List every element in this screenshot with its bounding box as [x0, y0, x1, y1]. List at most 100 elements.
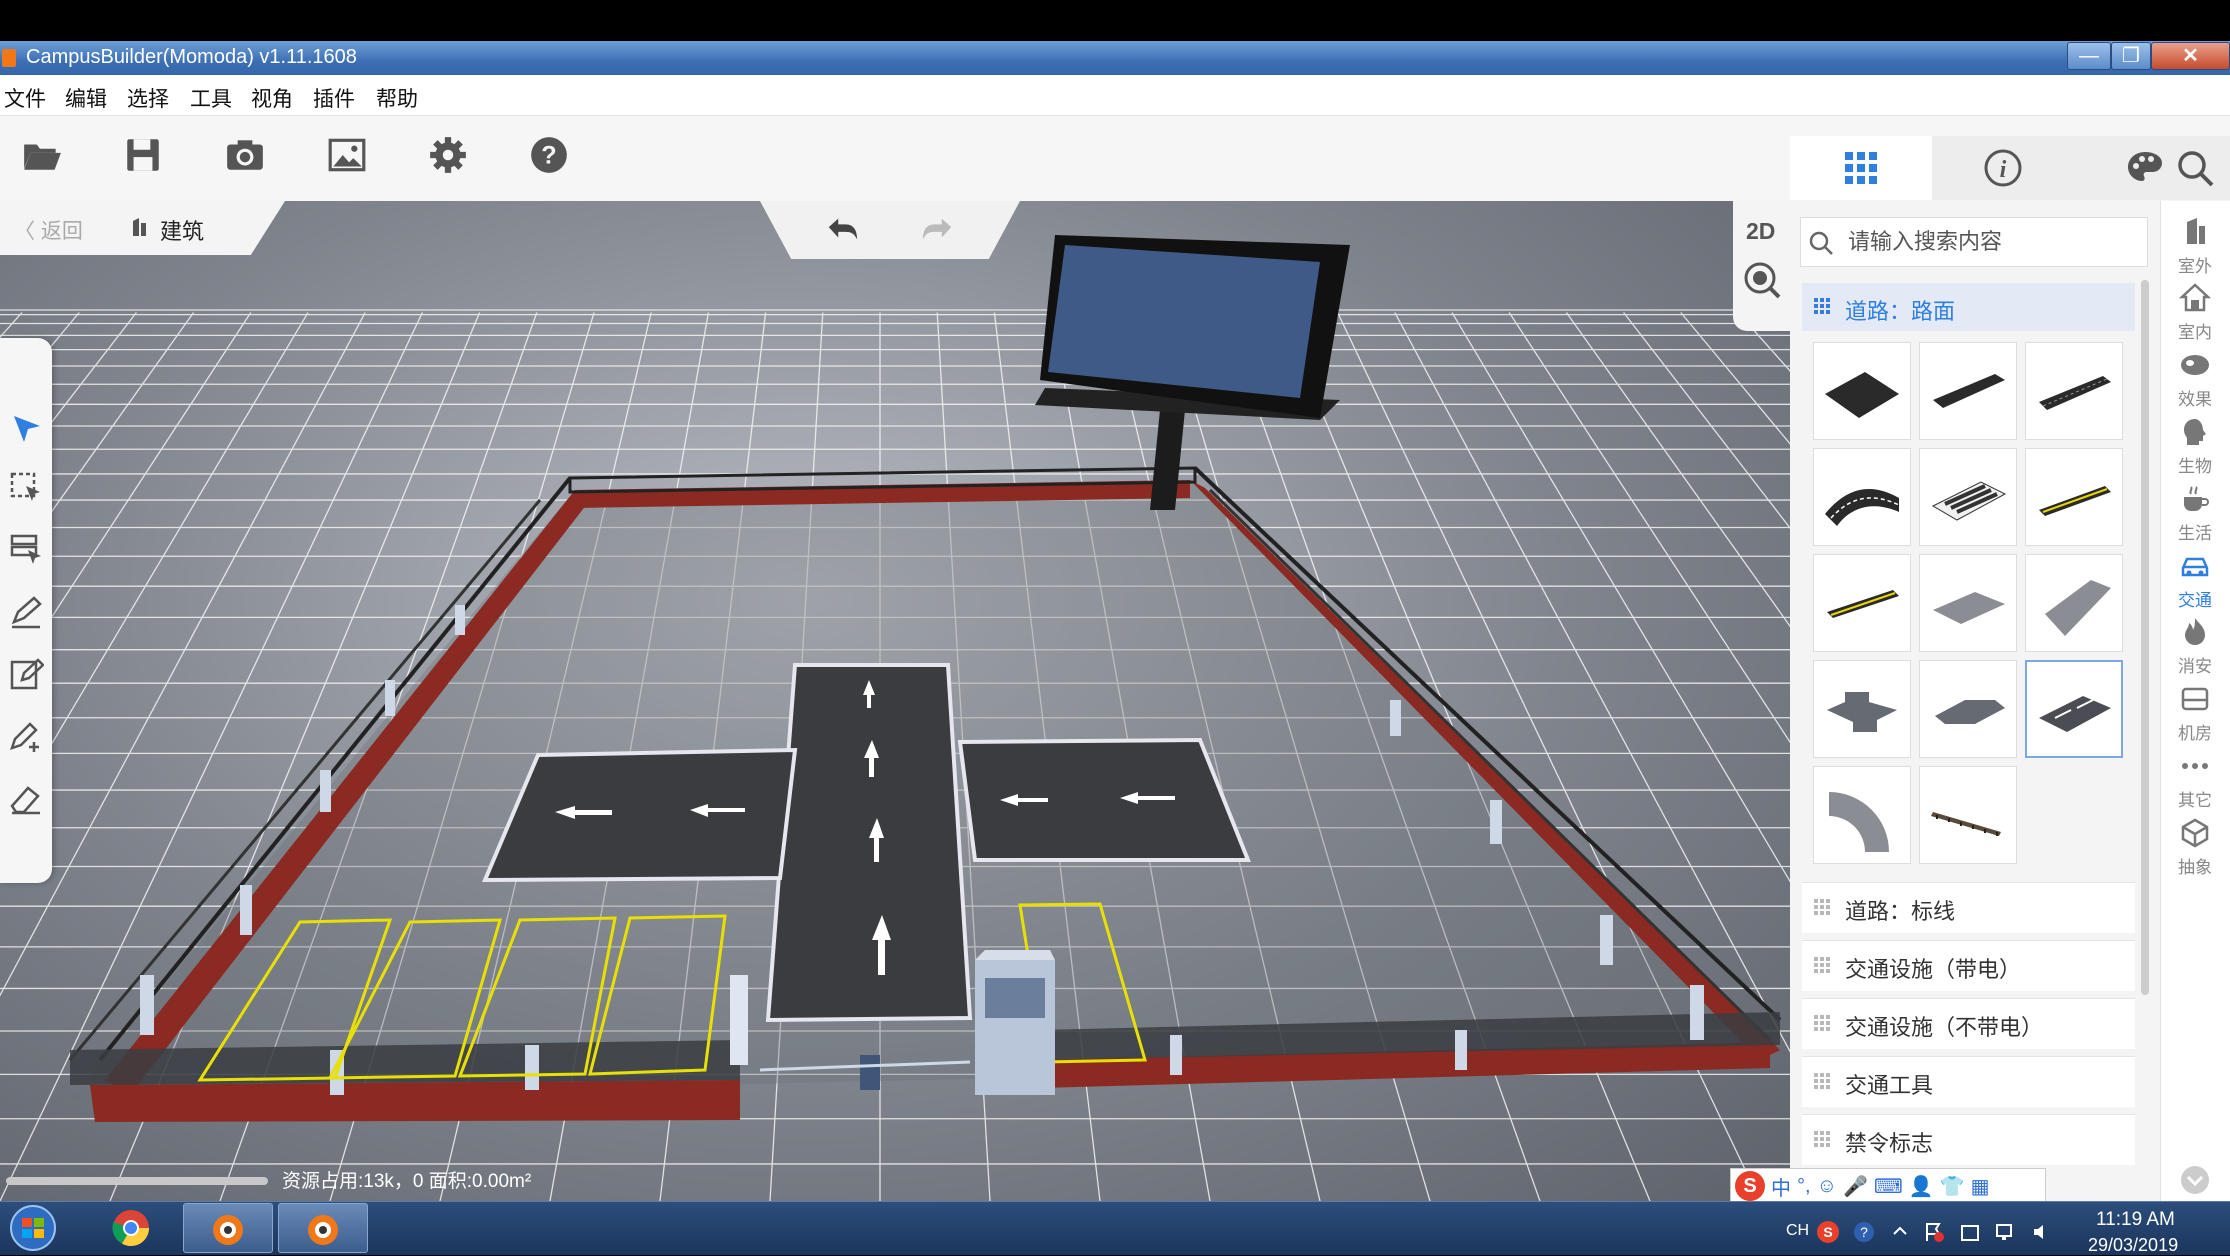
- toggle-2d-button[interactable]: 2D: [1746, 218, 1775, 245]
- select-arrow-tool[interactable]: [4, 408, 48, 452]
- menu-edit[interactable]: 编辑: [65, 83, 107, 113]
- chevron-down-icon: [2181, 1166, 2209, 1194]
- model-tile[interactable]: [2025, 554, 2123, 652]
- ime-user[interactable]: 👤: [1909, 1174, 1934, 1199]
- eraser-tool[interactable]: [4, 776, 48, 820]
- model-tile[interactable]: [1813, 766, 1911, 864]
- category-label: 交通设施（不带电）: [1845, 1015, 2044, 1040]
- model-tile[interactable]: [1813, 448, 1911, 546]
- category-side-0[interactable]: 室外: [2162, 213, 2228, 279]
- search-icon: [1809, 231, 1833, 255]
- model-tile[interactable]: [1813, 342, 1911, 440]
- ime-punct[interactable]: °,: [1797, 1175, 1811, 1198]
- image-icon[interactable]: [322, 130, 372, 180]
- menu-plugins[interactable]: 插件: [313, 83, 355, 113]
- draw-area-tool[interactable]: [4, 652, 48, 696]
- menu-select[interactable]: 选择: [127, 83, 169, 113]
- ime-keyboard[interactable]: ⌨: [1874, 1174, 1903, 1199]
- help-icon[interactable]: ?: [524, 130, 574, 180]
- tray-device-icon[interactable]: [1958, 1220, 1982, 1244]
- model-tile[interactable]: [1919, 448, 2017, 546]
- fire-icon: [2185, 618, 2205, 646]
- ime-skin[interactable]: 👕: [1940, 1174, 1965, 1199]
- model-tile[interactable]: [1813, 554, 1911, 652]
- category-side-2[interactable]: 效果: [2162, 347, 2228, 413]
- tray-flag-icon[interactable]: [1922, 1220, 1946, 1244]
- category-side-4[interactable]: 生活: [2162, 480, 2228, 546]
- clock-time[interactable]: 11:19 AM: [2096, 1209, 2175, 1231]
- ime-emoji[interactable]: ☺: [1817, 1175, 1837, 1198]
- library-scrollbar[interactable]: [2141, 280, 2149, 995]
- model-tile[interactable]: [1919, 342, 2017, 440]
- menu-help[interactable]: 帮助: [376, 83, 418, 113]
- building-icon: [133, 218, 146, 236]
- category-side-9[interactable]: 抽象: [2162, 814, 2228, 880]
- box-select-tool[interactable]: [4, 466, 48, 510]
- tab-library-grid[interactable]: [1790, 136, 1932, 200]
- model-tile[interactable]: [1919, 766, 2017, 864]
- model-tile[interactable]: [1813, 660, 1911, 758]
- pencil-icon: [11, 596, 42, 629]
- add-point-tool[interactable]: [4, 714, 48, 758]
- ime-toolbar[interactable]: S 中 °, ☺ 🎤 ⌨ 👤 👕 ▦: [1730, 1168, 2046, 1204]
- close-button[interactable]: ✕: [2151, 42, 2230, 70]
- taskbar-campusbuilder-1[interactable]: [183, 1203, 273, 1253]
- menu-tools[interactable]: 工具: [190, 83, 232, 113]
- draw-line-tool[interactable]: [4, 590, 48, 634]
- category-side-1[interactable]: 室内: [2162, 280, 2228, 346]
- category-side-label: 效果: [2178, 390, 2212, 410]
- library-search-input[interactable]: [1846, 218, 2140, 266]
- model-tile[interactable]: [2025, 342, 2123, 440]
- tray-arrow-icon[interactable]: [1888, 1220, 1912, 1244]
- maximize-button[interactable]: ❐: [2111, 42, 2151, 70]
- folder-open-icon[interactable]: [17, 130, 67, 180]
- scene-render[interactable]: [0, 201, 1790, 1201]
- tray-help-icon[interactable]: ?: [1852, 1220, 1876, 1244]
- taskbar-campusbuilder-2[interactable]: [278, 1203, 368, 1253]
- tray-sogou-icon[interactable]: S: [1816, 1220, 1840, 1244]
- clock-date[interactable]: 29/03/2019: [2088, 1235, 2178, 1256]
- multi-select-tool[interactable]: [4, 526, 48, 570]
- category-side-label: 生活: [2178, 523, 2212, 543]
- svg-text:i: i: [2000, 157, 2007, 183]
- category-side-5[interactable]: 交通: [2162, 547, 2228, 613]
- ime-menu[interactable]: ▦: [1971, 1174, 1990, 1199]
- category-side-6[interactable]: 消安: [2162, 614, 2228, 680]
- menu-view[interactable]: 视角: [251, 83, 293, 113]
- model-tile[interactable]: [2025, 660, 2123, 758]
- multi-select-icon: [10, 534, 41, 564]
- cursor-arrow-icon: [14, 416, 40, 442]
- category-scroll-down[interactable]: [2162, 1160, 2228, 1200]
- model-tile[interactable]: [1919, 660, 2017, 758]
- minimize-button[interactable]: —: [2067, 42, 2111, 70]
- category-label: 禁令标志: [1845, 1131, 1934, 1156]
- undo-button[interactable]: [822, 212, 862, 248]
- view-reset-icon[interactable]: [1742, 260, 1782, 300]
- redo-button[interactable]: [918, 212, 958, 248]
- back-link[interactable]: 〈 返回: [14, 215, 83, 245]
- ime-mode[interactable]: 中: [1771, 1172, 1791, 1201]
- app-icon: [2, 49, 16, 67]
- tab-search[interactable]: [2160, 136, 2230, 200]
- breadcrumb-current[interactable]: 建筑: [160, 214, 204, 246]
- menu-file[interactable]: 文件: [4, 83, 46, 113]
- category-side-7[interactable]: 机房: [2162, 681, 2228, 747]
- ime-voice[interactable]: 🎤: [1843, 1174, 1868, 1199]
- tray-volume-icon[interactable]: [2030, 1220, 2054, 1244]
- search-icon: [2178, 151, 2214, 187]
- save-icon[interactable]: [118, 130, 168, 180]
- category-side-3[interactable]: 生物: [2162, 413, 2228, 479]
- category-side-label: 其它: [2178, 790, 2212, 810]
- model-tile[interactable]: [1919, 554, 2017, 652]
- tray-language[interactable]: CH: [1786, 1222, 1809, 1240]
- category-side-8[interactable]: 其它: [2162, 747, 2228, 813]
- tab-info[interactable]: i: [1932, 136, 2074, 200]
- camera-icon[interactable]: [220, 130, 270, 180]
- gear-icon[interactable]: [423, 130, 473, 180]
- model-tile[interactable]: [2025, 448, 2123, 546]
- start-button[interactable]: [4, 1203, 62, 1253]
- tray-network-icon[interactable]: [1994, 1220, 2018, 1244]
- taskbar-chrome[interactable]: [86, 1203, 176, 1253]
- model-thumbnail: [1933, 592, 2005, 624]
- category-grid-icon: [1814, 1015, 1830, 1031]
